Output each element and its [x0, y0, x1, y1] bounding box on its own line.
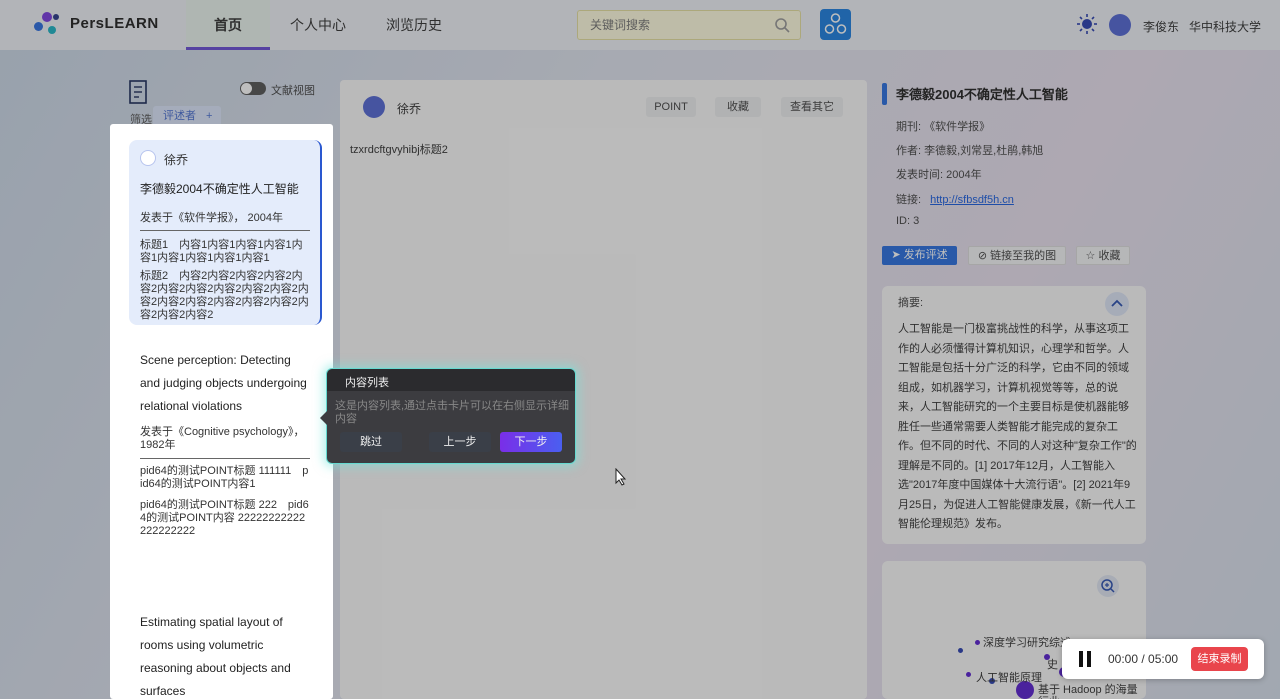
popover-arrow	[320, 411, 327, 425]
literature-view-toggle[interactable]	[240, 82, 266, 95]
paper-favorite-button[interactable]: ☆ 收藏	[1076, 246, 1130, 265]
tour-header: 内容列表	[327, 369, 575, 391]
user-avatar[interactable]	[1109, 14, 1131, 36]
screen-recorder: 00:00 / 05:00 结束录制	[1062, 639, 1264, 679]
content-card[interactable]: 徐乔 李德毅2004不确定性人工智能 发表于《软件学报》， 2004年 标题1 …	[129, 140, 322, 325]
reviewer-filter-tag[interactable]: 评述者 +	[153, 106, 221, 126]
card-published: 发表于《软件学报》， 2004年	[140, 209, 310, 231]
pause-icon[interactable]	[1078, 651, 1092, 667]
card-header: 徐乔	[140, 148, 310, 168]
paper-id: ID: 3	[896, 215, 920, 227]
view-others-button[interactable]: 查看其它	[781, 97, 843, 117]
plus-icon[interactable]: +	[206, 110, 212, 122]
abstract-panel: 摘要: 人工智能是一门极富挑战性的科学，从事这项工作的人必须懂得计算机知识，心理…	[882, 286, 1146, 544]
stop-recording-button[interactable]: 结束录制	[1191, 647, 1248, 671]
nav-history[interactable]: 浏览历史	[366, 0, 462, 50]
abstract-text: 人工智能是一门极富挑战性的科学，从事这项工作的人必须懂得计算机知识，心理学和哲学…	[898, 323, 1137, 530]
tour-skip-button[interactable]: 跳过	[340, 432, 402, 452]
main-nav: 首页 个人中心 浏览历史	[186, 0, 462, 50]
paper-journal: 期刊: 《软件学报》	[896, 121, 991, 133]
tour-popover: 内容列表 这是内容列表,通过点击卡片可以在右侧显示详细内容 跳过 上一步 下一步	[320, 368, 576, 464]
chevron-up-icon	[1111, 299, 1123, 307]
link-to-graph-button[interactable]: ⊘ 链接至我的图	[968, 246, 1066, 265]
paper-authors: 作者: 李德毅,刘常昱,杜鹃,韩旭	[896, 145, 1044, 157]
card-title: Estimating spatial layout of rooms using…	[140, 615, 291, 698]
top-header: PersLEARN 首页 个人中心 浏览历史 李俊东 华中科技大学	[0, 0, 1280, 50]
content-card[interactable]: Scene perception: Detecting and judging …	[140, 349, 310, 538]
card-title: 李德毅2004不确定性人工智能	[140, 182, 299, 196]
link-icon: ⊘	[977, 250, 991, 262]
star-icon: ☆	[1085, 250, 1099, 262]
paper-favorite-label: 收藏	[1098, 250, 1121, 262]
reviewer-tag-label: 评述者	[163, 110, 196, 122]
publish-review-button[interactable]: ➤ 发布评述	[882, 246, 957, 265]
search-box	[577, 10, 801, 40]
tour-next-button[interactable]: 下一步	[500, 432, 562, 452]
theme-toggle-icon[interactable]	[1077, 14, 1097, 34]
paper-link-row: 链接: http://sfbsdf5h.cn	[896, 191, 1014, 207]
filter-icon[interactable]	[129, 80, 151, 106]
graph-node-label: 人工智能原理	[976, 672, 1042, 684]
content-list-panel: 徐乔 李德毅2004不确定性人工智能 发表于《软件学报》， 2004年 标题1 …	[110, 124, 333, 699]
favorite-button[interactable]: 收藏	[715, 97, 761, 117]
paper-date: 发表时间: 2004年	[896, 169, 982, 181]
link-to-graph-label: 链接至我的图	[990, 250, 1057, 262]
link-label: 链接:	[896, 194, 922, 206]
paper-title: 李德毅2004不确定性人工智能	[896, 87, 1068, 102]
zoom-in-icon	[1101, 579, 1115, 593]
tour-title: 内容列表	[345, 377, 389, 389]
graph-icon	[824, 13, 847, 34]
content-card[interactable]: Estimating spatial layout of rooms using…	[140, 611, 310, 699]
collapse-abstract-button[interactable]	[1105, 292, 1129, 316]
literature-view-label: 文献视图	[271, 85, 315, 97]
point-button[interactable]: POINT	[646, 97, 696, 117]
publish-review-label: 发布评述	[903, 249, 948, 261]
card-title: Scene perception: Detecting and judging …	[140, 353, 307, 413]
user-name[interactable]: 李俊东	[1143, 18, 1179, 35]
card-point: 标题2 内容2内容2内容2内容2内容2内容2内容2内容2内容2内容2内容2内容2…	[140, 270, 309, 321]
graph-node-label: 行业	[1038, 693, 1060, 699]
card-author: 徐乔	[164, 153, 189, 167]
user-organization: 华中科技大学	[1189, 20, 1262, 34]
mouse-cursor-icon	[615, 468, 627, 486]
zoom-in-button[interactable]	[1097, 575, 1119, 597]
graph-node-label: 深度学习研究综述	[983, 637, 1071, 649]
abstract-label: 摘要:	[898, 297, 924, 309]
title-accent-bar	[882, 83, 887, 105]
card-point: 标题1 内容1内容1内容1内容1内容1内容1内容1内容1内容1	[140, 239, 303, 264]
author-avatar	[363, 96, 385, 118]
review-author: 徐乔	[397, 102, 422, 116]
send-icon: ➤	[891, 249, 904, 261]
card-published: 发表于《Cognitive psychology》，1982年	[140, 426, 310, 459]
tour-prev-button[interactable]: 上一步	[429, 432, 491, 452]
graph-node[interactable]	[958, 648, 963, 653]
search-input[interactable]	[578, 11, 758, 39]
review-body: tzxrdcftgvyhibj标题2	[350, 144, 448, 156]
nav-profile[interactable]: 个人中心	[270, 0, 366, 50]
knowledge-graph-button[interactable]	[820, 9, 851, 40]
nav-home[interactable]: 首页	[186, 0, 270, 50]
card-point: pid64的测试POINT标题 222 pid64的测试POINT内容 2222…	[140, 499, 309, 537]
recording-timer: 00:00 / 05:00	[1108, 652, 1179, 666]
card-point: pid64的测试POINT标题 111111 pid64的测试POINT内容1	[140, 465, 309, 490]
search-icon[interactable]	[774, 17, 790, 33]
logo-icon	[34, 10, 60, 36]
graph-node-label: 史	[1047, 659, 1058, 671]
graph-node[interactable]	[975, 640, 980, 645]
brand-name: PersLEARN	[70, 15, 159, 32]
tour-description: 这是内容列表,通过点击卡片可以在右侧显示详细内容	[335, 400, 570, 425]
author-avatar	[140, 150, 156, 166]
graph-node[interactable]	[966, 672, 971, 677]
paper-link[interactable]: http://sfbsdf5h.cn	[930, 194, 1014, 206]
